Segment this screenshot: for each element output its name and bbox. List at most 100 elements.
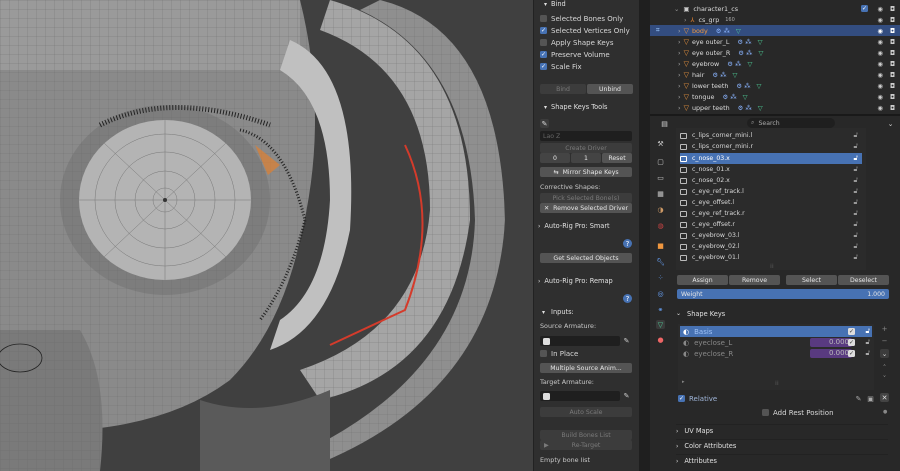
pin-icon[interactable]: ✎ bbox=[854, 394, 863, 403]
checkbox-preserve-volume[interactable]: ✓ Preserve Volume bbox=[540, 49, 610, 60]
lock-icon[interactable]: 🔓︎ bbox=[853, 220, 858, 229]
camera-icon[interactable]: ◘ bbox=[890, 49, 895, 57]
lock-icon[interactable]: 🔓︎ bbox=[853, 187, 858, 196]
shape-key-item-selected[interactable]: ◐ Basis ✓ 🔓︎ bbox=[680, 326, 872, 337]
render-tab-icon[interactable]: ▢ bbox=[656, 157, 665, 166]
smart-panel-header[interactable]: › Auto-Rig Pro: Smart bbox=[538, 222, 610, 230]
move-up-icon[interactable]: ˄ bbox=[880, 363, 889, 372]
help-icon[interactable]: ? bbox=[623, 294, 632, 303]
output-tab-icon[interactable]: ▭ bbox=[656, 173, 665, 182]
vertex-group-item-selected[interactable]: c_nose_03.x 🔓︎ bbox=[680, 153, 862, 164]
shape-key-value[interactable]: 0.000 bbox=[810, 349, 852, 358]
remove-button[interactable]: Remove bbox=[729, 275, 780, 285]
list-expand-icon[interactable]: ▸ bbox=[682, 379, 685, 385]
particles-tab-icon[interactable]: ⁘ bbox=[656, 273, 665, 282]
camera-icon[interactable]: ◘ bbox=[890, 82, 895, 90]
lock-icon[interactable]: 🔓︎ bbox=[853, 231, 858, 240]
outliner-row-lower-teeth[interactable]: › ▽ lower teeth ⚙ ⁂ ▽ ◉ ◘ bbox=[650, 80, 900, 91]
lock-icon[interactable]: 🔓︎ bbox=[853, 165, 858, 174]
checkmark-icon[interactable]: ✓ bbox=[848, 328, 855, 335]
remove-selected-driver-button[interactable]: ✕ Remove Selected Driver bbox=[540, 203, 632, 213]
uv-maps-panel-header[interactable]: › UV Maps bbox=[676, 424, 888, 437]
material-tab-icon[interactable]: ● bbox=[656, 335, 665, 344]
eye-icon[interactable]: ◉ bbox=[877, 49, 883, 57]
source-armature-field[interactable] bbox=[540, 336, 620, 346]
re-target-button[interactable]: ▶ Re-Target bbox=[540, 440, 632, 450]
remap-panel-header[interactable]: › Auto-Rig Pro: Remap bbox=[538, 277, 613, 285]
multiple-source-anim-button[interactable]: Multiple Source Anim... bbox=[540, 363, 632, 373]
vertex-group-item[interactable]: c_eyebrow_03.l 🔓︎ bbox=[680, 230, 862, 241]
camera-icon[interactable]: ◘ bbox=[890, 5, 895, 13]
modifiers-wrench-icon[interactable]: 🔧︎ bbox=[656, 257, 665, 266]
outliner-row-cs-grp[interactable]: › ⅄ cs_grp 160 ◉ ◘ bbox=[650, 14, 900, 25]
scene-tab-icon[interactable]: ◑ bbox=[656, 205, 665, 214]
checkbox-relative[interactable]: ✓ Relative bbox=[678, 393, 717, 404]
list-resize-grip-icon[interactable]: ⁞⁞ bbox=[775, 380, 779, 387]
outliner-row-eye-outer-r[interactable]: › ▽ eye outer_R ⚙ ⁂ ▽ ◉ ◘ bbox=[650, 47, 900, 58]
driver-max-value[interactable]: 1 bbox=[571, 153, 601, 163]
eye-icon[interactable]: ◉ bbox=[877, 60, 883, 68]
vertex-group-item[interactable]: c_eye_offset.l 🔓︎ bbox=[680, 197, 862, 208]
outliner-row-eyebrow[interactable]: › ▽ eyebrow ⚙ ⁂ ▽ ◉ ◘ bbox=[650, 58, 900, 69]
lock-icon[interactable]: 🔓︎ bbox=[865, 327, 870, 336]
eye-icon[interactable]: ◉ bbox=[877, 5, 883, 13]
bind-panel-header[interactable]: ▾ Bind bbox=[544, 0, 566, 8]
lock-icon[interactable]: 🔓︎ bbox=[853, 142, 858, 151]
weight-slider[interactable]: Weight 1.000 bbox=[677, 289, 889, 299]
auto-scale-button[interactable]: Auto Scale bbox=[540, 407, 632, 417]
bone-name-field[interactable]: Lao Z bbox=[540, 131, 632, 141]
physics-tab-icon[interactable]: ◎ bbox=[656, 289, 665, 298]
outliner-row-collection[interactable]: ⌄ ▣ character1_cs ✓ ◉ ◘ bbox=[650, 3, 900, 14]
checkbox-in-place[interactable]: In Place bbox=[540, 348, 578, 359]
lock-icon[interactable]: 🔓︎ bbox=[853, 154, 858, 163]
outliner-row-eye-outer-l[interactable]: › ▽ eye outer_L ⚙ ⁂ ▽ ◉ ◘ bbox=[650, 36, 900, 47]
checkbox-scale-fix[interactable]: ✓ Scale Fix bbox=[540, 61, 582, 72]
camera-icon[interactable]: ◘ bbox=[890, 104, 895, 112]
vertex-group-item[interactable]: c_eyebrow_02.l 🔓︎ bbox=[680, 241, 862, 252]
lock-icon[interactable]: 🔓︎ bbox=[853, 198, 858, 207]
eye-icon[interactable]: ◉ bbox=[877, 71, 883, 79]
lock-icon[interactable]: 🔓︎ bbox=[853, 131, 858, 140]
eyedropper-icon[interactable]: ✎ bbox=[622, 336, 631, 345]
assign-button[interactable]: Assign bbox=[677, 275, 728, 285]
eyedropper-icon[interactable]: ✎ bbox=[540, 119, 549, 128]
vertex-group-item[interactable]: c_eye_ref_track.l 🔓︎ bbox=[680, 186, 862, 197]
vertex-group-item[interactable]: c_nose_02.x 🔓︎ bbox=[680, 175, 862, 186]
mesh-data-tab-icon[interactable]: ▽ bbox=[656, 320, 665, 329]
minus-icon[interactable]: − bbox=[880, 336, 889, 345]
checkmark-icon[interactable]: ✓ bbox=[848, 350, 855, 357]
checkbox-apply-shape-keys[interactable]: Apply Shape Keys bbox=[540, 37, 613, 48]
checkmark-icon[interactable]: ✓ bbox=[848, 339, 855, 346]
driver-min-value[interactable]: 0 bbox=[540, 153, 570, 163]
object-tab-icon[interactable]: ■ bbox=[656, 241, 665, 250]
vertex-group-item[interactable]: c_eyebrow_01.l 🔓︎ bbox=[680, 252, 862, 263]
checkmark-icon[interactable]: ✓ bbox=[861, 5, 868, 12]
chevron-down-icon[interactable]: ⌄ bbox=[880, 349, 889, 358]
mirror-shape-keys-button[interactable]: ⇆ Mirror Shape Keys bbox=[540, 167, 632, 177]
eye-icon[interactable]: ◉ bbox=[877, 104, 883, 112]
color-attributes-panel-header[interactable]: › Color Attributes bbox=[676, 439, 888, 452]
shape-keys-tools-header[interactable]: ▾ Shape Keys Tools bbox=[544, 103, 608, 111]
camera-icon[interactable]: ◘ bbox=[890, 27, 895, 35]
eye-icon[interactable]: ◉ bbox=[877, 16, 883, 24]
checkbox-selected-vertices-only[interactable]: ✓ Selected Vertices Only bbox=[540, 25, 630, 36]
outliner-row-upper-teeth[interactable]: › ▽ upper teeth ⚙ ⁂ ▽ ◉ ◘ bbox=[650, 102, 900, 113]
camera-icon[interactable]: ◘ bbox=[890, 16, 895, 24]
bind-button[interactable]: Bind bbox=[540, 84, 586, 94]
build-bones-list-button[interactable]: Build Bones List bbox=[540, 430, 632, 440]
world-tab-icon[interactable]: ◍ bbox=[656, 221, 665, 230]
eye-icon[interactable]: ◉ bbox=[877, 27, 883, 35]
constraints-tab-icon[interactable]: ⚭ bbox=[656, 305, 665, 314]
edit-mode-icon[interactable]: ▣ bbox=[866, 394, 875, 403]
vertex-group-item[interactable]: c_nose_01.x 🔓︎ bbox=[680, 164, 862, 175]
shape-keys-panel-header[interactable]: ⌄ Shape Keys bbox=[676, 307, 888, 320]
close-icon[interactable]: ✕ bbox=[880, 393, 889, 402]
camera-icon[interactable]: ◘ bbox=[890, 38, 895, 46]
chevron-down-icon[interactable]: ⌄ bbox=[886, 119, 895, 128]
deselect-button[interactable]: Deselect bbox=[838, 275, 889, 285]
inputs-subpanel-header[interactable]: ▾ Inputs: bbox=[542, 308, 574, 316]
lock-icon[interactable]: 🔓︎ bbox=[853, 209, 858, 218]
lock-icon[interactable]: 🔓︎ bbox=[853, 253, 858, 262]
reset-button[interactable]: Reset bbox=[602, 153, 632, 163]
move-down-icon[interactable]: ˅ bbox=[880, 374, 889, 383]
